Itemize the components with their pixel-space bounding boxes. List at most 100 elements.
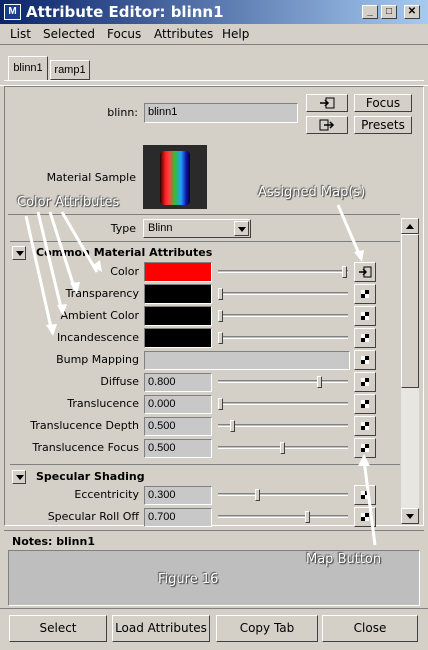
menu-focus[interactable]: Focus (107, 27, 141, 41)
slider-thumb[interactable] (230, 420, 235, 432)
attr-label: Diffuse (100, 375, 139, 388)
slider-track[interactable] (218, 314, 348, 317)
map-button[interactable] (354, 394, 376, 414)
attr-label: Incandescence (56, 331, 139, 344)
slider-thumb[interactable] (280, 442, 285, 454)
material-sample-swatch (143, 145, 207, 209)
color-swatch[interactable] (144, 328, 212, 348)
attr-label: Translucence (67, 397, 139, 410)
annotation-figure: Figure 16 (158, 572, 219, 587)
slider-track[interactable] (218, 380, 348, 383)
menu-bar: List Selected Focus Attributes Help (0, 24, 428, 44)
slider-track[interactable] (218, 292, 348, 295)
numeric-field[interactable]: 0.300 (144, 486, 212, 505)
select-button[interactable]: Select (9, 615, 107, 642)
menu-selected[interactable]: Selected (43, 27, 95, 41)
slider-thumb[interactable] (342, 266, 347, 278)
map-button[interactable] (354, 328, 376, 348)
input-connection-button[interactable] (306, 94, 348, 112)
type-dropdown[interactable]: Blinn (143, 219, 251, 238)
presets-button[interactable]: Presets (354, 116, 412, 134)
node-name-field[interactable]: blinn1 (144, 103, 298, 123)
map-button[interactable] (354, 438, 376, 458)
menu-attributes[interactable]: Attributes (154, 27, 213, 41)
material-sphere (160, 151, 190, 205)
slider-thumb[interactable] (255, 489, 260, 501)
annotation-map-button: Map Button (306, 552, 382, 567)
map-button[interactable] (354, 284, 376, 304)
output-connection-button[interactable] (306, 116, 348, 134)
menu-list[interactable]: List (10, 27, 31, 41)
close-button[interactable]: Close (322, 615, 418, 642)
scroll-up-icon[interactable] (401, 218, 419, 234)
numeric-field[interactable]: 0.500 (144, 439, 212, 458)
output-arrow-icon (319, 119, 335, 131)
focus-button[interactable]: Focus (354, 94, 412, 112)
map-button[interactable] (354, 416, 376, 436)
slider-track[interactable] (218, 336, 348, 339)
bump-mapping-field[interactable] (144, 351, 350, 370)
attr-label: Bump Mapping (56, 353, 139, 366)
attr-label: Translucence Depth (30, 419, 139, 432)
numeric-field[interactable]: 0.700 (144, 508, 212, 527)
slider-thumb[interactable] (218, 332, 223, 344)
section-divider (10, 241, 400, 242)
type-label: Type (110, 222, 136, 235)
slider-track[interactable] (218, 270, 348, 273)
map-button[interactable] (354, 262, 376, 282)
map-button[interactable] (354, 372, 376, 392)
collapse-common-icon[interactable] (12, 246, 26, 260)
map-button[interactable] (354, 306, 376, 326)
collapse-specular-icon[interactable] (12, 470, 26, 484)
scroll-thumb[interactable] (401, 234, 419, 388)
map-button[interactable] (354, 507, 376, 527)
annotation-assigned-maps: Assigned Map(s) (258, 185, 366, 200)
slider-thumb[interactable] (218, 398, 223, 410)
checker-icon (361, 444, 369, 452)
slider-thumb[interactable] (305, 511, 310, 523)
chevron-down-icon[interactable] (234, 221, 249, 236)
common-section-title: Common Material Attributes (36, 246, 213, 259)
tab-ramp1[interactable]: ramp1 (50, 60, 90, 80)
slider-track[interactable] (218, 515, 348, 518)
slider-thumb[interactable] (218, 310, 223, 322)
node-label: blinn: (107, 106, 138, 119)
minimize-button[interactable]: _ (362, 5, 378, 19)
checker-icon (361, 422, 369, 430)
load-attributes-button[interactable]: Load Attributes (112, 615, 210, 642)
tab-blinn1[interactable]: blinn1 (8, 56, 48, 80)
vertical-scrollbar[interactable] (401, 218, 419, 524)
scroll-down-icon[interactable] (401, 508, 419, 524)
attr-label: Specular Roll Off (47, 510, 139, 523)
notes-divider (4, 530, 424, 531)
copy-tab-button[interactable]: Copy Tab (216, 615, 318, 642)
color-swatch[interactable] (144, 262, 212, 282)
map-button[interactable] (354, 350, 376, 370)
annotation-color-attributes: Color Attributes (17, 195, 120, 210)
checker-icon (361, 378, 369, 386)
map-button[interactable] (354, 485, 376, 505)
specular-section-title: Specular Shading (36, 470, 145, 483)
numeric-field[interactable]: 0.000 (144, 395, 212, 414)
menu-help[interactable]: Help (222, 27, 249, 41)
maximize-button[interactable]: □ (381, 5, 397, 19)
close-window-button[interactable]: ✕ (404, 5, 420, 19)
numeric-field[interactable]: 0.800 (144, 373, 212, 392)
checker-icon (361, 491, 369, 499)
tab-divider (4, 80, 424, 81)
checker-icon (361, 400, 369, 408)
attr-label: Transparency (65, 287, 139, 300)
slider-track[interactable] (218, 493, 348, 496)
numeric-field[interactable]: 0.500 (144, 417, 212, 436)
slider-thumb[interactable] (317, 376, 322, 388)
color-swatch[interactable] (144, 306, 212, 326)
title-bar: M Attribute Editor: blinn1 _ □ ✕ (0, 0, 428, 24)
material-sample-label: Material Sample (46, 171, 136, 184)
color-swatch[interactable] (144, 284, 212, 304)
slider-track[interactable] (218, 424, 348, 427)
input-arrow-icon (320, 97, 335, 109)
bottom-divider (0, 608, 428, 609)
slider-thumb[interactable] (218, 288, 223, 300)
slider-track[interactable] (218, 402, 348, 405)
attr-label: Eccentricity (74, 488, 139, 501)
